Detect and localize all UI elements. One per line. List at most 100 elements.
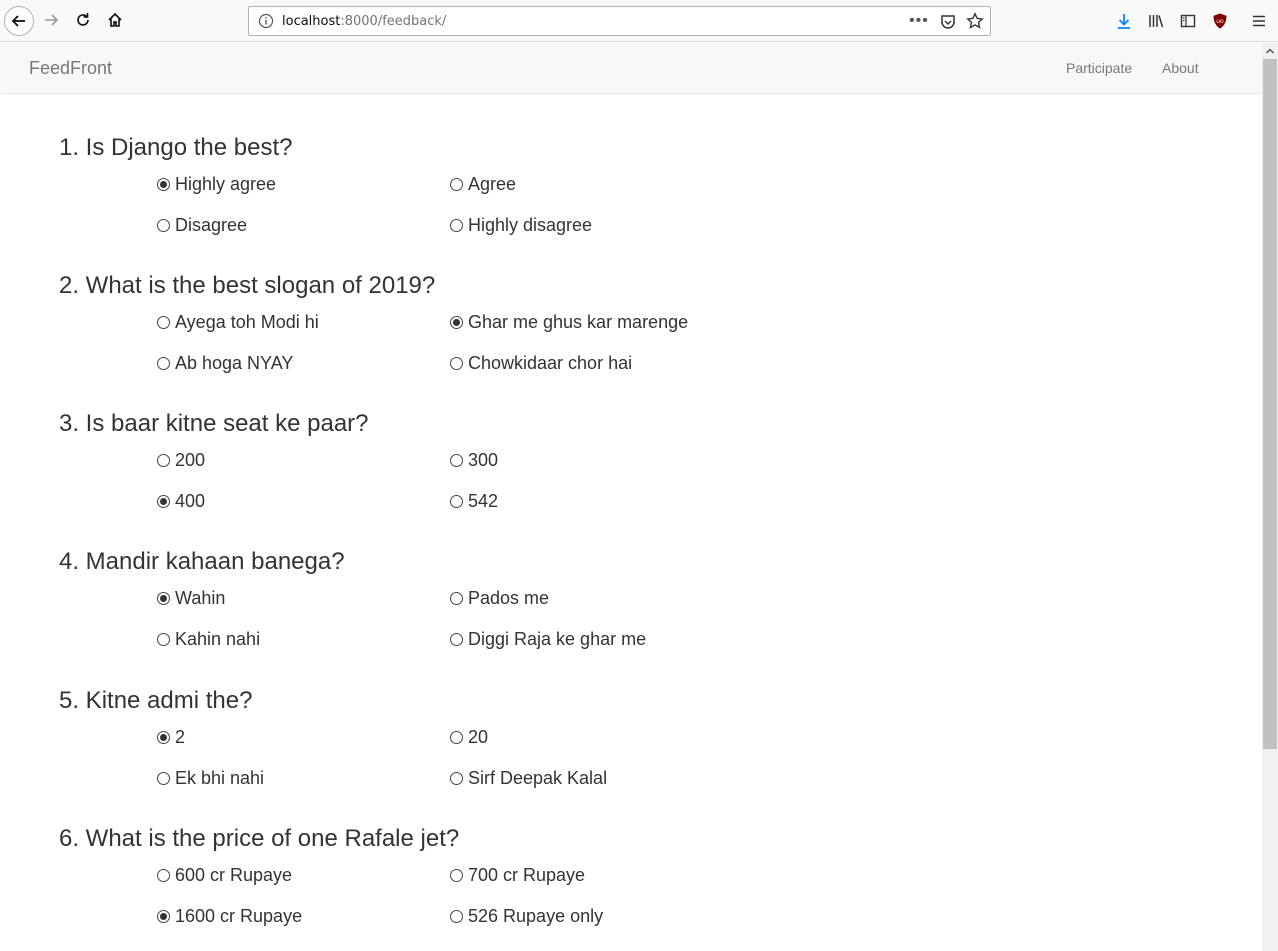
svg-text:uo: uo xyxy=(1216,18,1224,25)
menu-button[interactable] xyxy=(1246,8,1272,34)
radio-button-checked[interactable] xyxy=(157,177,170,191)
option-label: Ek bhi nahi xyxy=(175,767,265,788)
answer-option[interactable]: 200 xyxy=(157,449,205,471)
option-label: 700 cr Rupaye xyxy=(468,864,586,885)
radio-button-checked[interactable] xyxy=(157,494,170,508)
radio-button[interactable] xyxy=(157,356,170,370)
answer-option[interactable]: Chowkidaar chor hai xyxy=(450,352,632,374)
url-bar[interactable]: localhost:8000/feedback/ ••• xyxy=(248,6,991,36)
radio-button[interactable] xyxy=(450,494,463,508)
answer-option[interactable]: Highly disagree xyxy=(450,214,592,236)
page-content: FeedFront Participate About 1. Is Django… xyxy=(0,43,1262,951)
answer-option[interactable]: Sirf Deepak Kalal xyxy=(450,767,607,789)
downloads-button[interactable] xyxy=(1111,8,1137,34)
url-host: localhost xyxy=(282,14,341,29)
option-label: Chowkidaar chor hai xyxy=(468,352,633,373)
radio-button[interactable] xyxy=(157,218,170,232)
radio-button[interactable] xyxy=(450,868,463,882)
option-label: 300 xyxy=(468,449,499,470)
download-arrow-icon xyxy=(1118,14,1130,29)
answer-option[interactable]: Ab hoga NYAY xyxy=(157,352,293,374)
answer-option[interactable]: 2 xyxy=(157,726,185,748)
ublock-button[interactable]: uo xyxy=(1207,8,1233,34)
site-navbar: FeedFront Participate About xyxy=(0,43,1262,94)
radio-button-checked[interactable] xyxy=(157,591,170,605)
radio-button[interactable] xyxy=(450,730,463,744)
option-label: 2 xyxy=(175,726,186,747)
answer-option[interactable]: 600 cr Rupaye xyxy=(157,864,292,886)
nav-about-link[interactable]: About xyxy=(1162,60,1199,76)
arrow-right-icon xyxy=(45,14,59,26)
answer-option[interactable]: 400 xyxy=(157,490,205,512)
answer-option[interactable]: Disagree xyxy=(157,214,247,236)
library-icon xyxy=(1149,15,1164,28)
radio-button[interactable] xyxy=(157,868,170,882)
question-title: 1. Is Django the best? xyxy=(59,134,293,161)
pocket-icon[interactable] xyxy=(939,13,957,31)
sidebar-icon xyxy=(1180,14,1196,28)
url-path: :8000/feedback/ xyxy=(340,14,447,29)
forward-button[interactable] xyxy=(38,7,64,33)
answer-option[interactable]: 20 xyxy=(450,726,488,748)
answer-option[interactable]: Agree xyxy=(450,173,516,195)
answer-option[interactable]: Wahin xyxy=(157,587,225,609)
answer-option[interactable]: Ghar me ghus kar marenge xyxy=(450,311,688,333)
option-label: Diggi Raja ke ghar me xyxy=(468,628,647,649)
option-label: Agree xyxy=(468,173,517,194)
arrow-left-icon xyxy=(11,15,25,27)
option-label: 1600 cr Rupaye xyxy=(175,905,303,926)
answer-option[interactable]: 1600 cr Rupaye xyxy=(157,905,302,927)
radio-button[interactable] xyxy=(157,315,170,329)
radio-button-checked[interactable] xyxy=(157,909,170,923)
option-label: 20 xyxy=(468,726,489,747)
question-title: 4. Mandir kahaan banega? xyxy=(59,548,345,575)
radio-button[interactable] xyxy=(450,909,463,923)
radio-button[interactable] xyxy=(157,453,170,467)
url-text[interactable]: localhost:8000/feedback/ xyxy=(282,14,446,29)
radio-button[interactable] xyxy=(450,453,463,467)
answer-option[interactable]: Highly agree xyxy=(157,173,276,195)
radio-button[interactable] xyxy=(450,177,463,191)
question-title: 2. What is the best slogan of 2019? xyxy=(59,272,436,299)
answer-option[interactable]: Pados me xyxy=(450,587,549,609)
scrollbar-thumb[interactable] xyxy=(1263,59,1277,749)
radio-button[interactable] xyxy=(450,218,463,232)
sidebar-button[interactable] xyxy=(1175,8,1201,34)
answer-option[interactable]: 300 xyxy=(450,449,498,471)
option-label: Ab hoga NYAY xyxy=(175,352,294,373)
radio-button[interactable] xyxy=(450,632,463,646)
option-label: Ghar me ghus kar marenge xyxy=(468,311,689,332)
library-button[interactable] xyxy=(1143,8,1169,34)
vertical-scrollbar[interactable] xyxy=(1262,43,1278,951)
answer-option[interactable]: Kahin nahi xyxy=(157,628,260,650)
radio-button[interactable] xyxy=(450,591,463,605)
radio-button[interactable] xyxy=(450,356,463,370)
question-title: 5. Kitne admi the? xyxy=(59,687,253,714)
option-label: Highly agree xyxy=(175,173,277,194)
radio-button-checked[interactable] xyxy=(450,315,463,329)
nav-participate-link[interactable]: Participate xyxy=(1066,60,1132,76)
radio-button-checked[interactable] xyxy=(157,730,170,744)
home-button[interactable] xyxy=(102,7,128,33)
question-title: 6. What is the price of one Rafale jet? xyxy=(59,825,460,852)
scroll-up-arrow-icon[interactable] xyxy=(1262,43,1278,59)
bookmark-star-icon[interactable] xyxy=(966,12,984,30)
answer-option[interactable]: Ayega toh Modi hi xyxy=(157,311,319,333)
brand-link[interactable]: FeedFront xyxy=(29,58,112,79)
page-actions-button[interactable]: ••• xyxy=(909,12,929,30)
option-label: Kahin nahi xyxy=(175,628,261,649)
info-icon[interactable] xyxy=(258,13,274,29)
answer-option[interactable]: Diggi Raja ke ghar me xyxy=(450,628,646,650)
option-label: Sirf Deepak Kalal xyxy=(468,767,608,788)
answer-option[interactable]: 542 xyxy=(450,490,498,512)
radio-button[interactable] xyxy=(157,771,170,785)
back-button[interactable] xyxy=(4,6,34,36)
reload-button[interactable] xyxy=(70,7,96,33)
radio-button[interactable] xyxy=(157,632,170,646)
option-label: 526 Rupaye only xyxy=(468,905,604,926)
answer-option[interactable]: 700 cr Rupaye xyxy=(450,864,585,886)
radio-button[interactable] xyxy=(450,771,463,785)
answer-option[interactable]: 526 Rupaye only xyxy=(450,905,603,927)
option-label: 600 cr Rupaye xyxy=(175,864,293,885)
answer-option[interactable]: Ek bhi nahi xyxy=(157,767,264,789)
